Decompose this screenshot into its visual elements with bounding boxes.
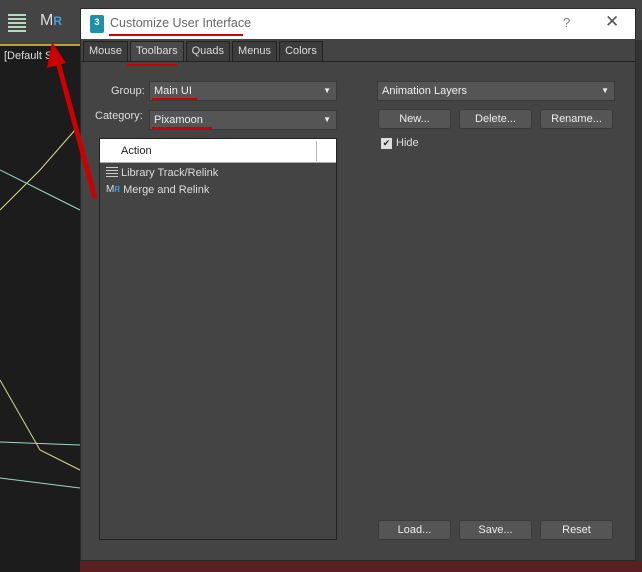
toolbar-dropdown[interactable]: Animation Layers ▼ [377,81,615,101]
list-item[interactable]: Library Track/Relink [100,163,336,180]
tab-mouse[interactable]: Mouse [83,41,129,61]
action-column-header[interactable]: Action [100,139,336,163]
help-button[interactable]: ? [563,15,570,30]
checkmark-icon: ✔ [381,137,392,149]
title-bar[interactable]: 3 Customize User Interface ? ✕ [81,9,635,39]
chevron-down-icon: ▼ [601,86,609,95]
group-label: Group: [111,85,145,97]
group-value: Main UI [154,85,192,97]
list-icon [106,167,118,178]
app-logo-icon: 3 [90,15,104,33]
merge-relink-icon: MR [106,184,121,195]
new-button[interactable]: New... [378,109,451,129]
save-button[interactable]: Save... [459,520,532,540]
dialog-title: Customize User Interface [110,16,252,30]
category-label: Category: [95,110,143,122]
category-value: Pixamoon [154,114,203,126]
close-button[interactable]: ✕ [605,12,619,32]
tab-quads[interactable]: Quads [185,41,231,61]
toolbar-value: Animation Layers [382,85,467,97]
delete-button[interactable]: Delete... [459,109,532,129]
chevron-down-icon: ▼ [323,115,331,124]
customize-ui-dialog: 3 Customize User Interface ? ✕ Mouse Too… [80,8,636,561]
tab-menus[interactable]: Menus [232,41,278,61]
viewport-label[interactable]: [Default S [4,50,52,62]
list-item[interactable]: MR Merge and Relink [100,180,336,197]
action-list[interactable]: Action Library Track/Relink MR Merge and … [99,138,337,540]
reset-button[interactable]: Reset [540,520,613,540]
tab-colors[interactable]: Colors [279,41,323,61]
rename-button[interactable]: Rename... [540,109,613,129]
chevron-down-icon: ▼ [323,86,331,95]
hide-checkbox[interactable]: ✔ Hide [381,137,419,149]
load-button[interactable]: Load... [378,520,451,540]
tab-toolbars[interactable]: Toolbars [130,41,184,61]
